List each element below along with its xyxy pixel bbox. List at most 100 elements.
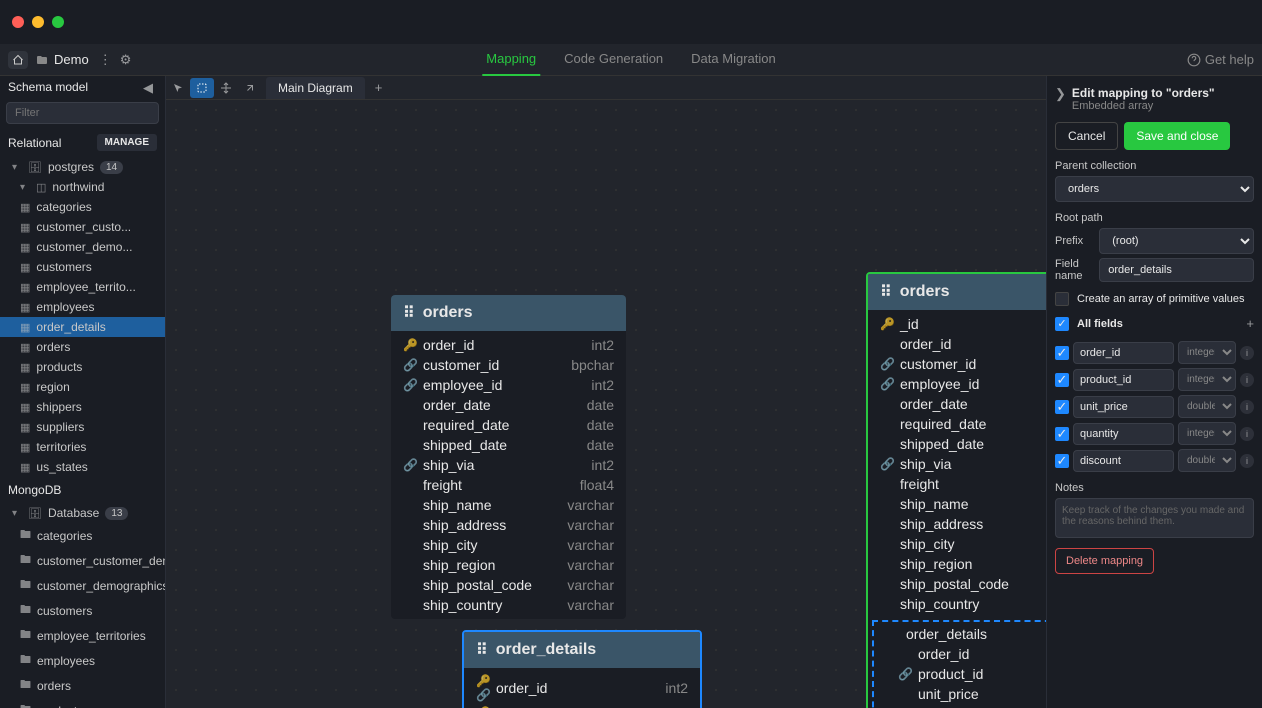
field-row[interactable]: 🔗ship_viaint2 [391,455,626,475]
field-type-select[interactable]: integer [1178,422,1236,445]
field-row[interactable]: quantityinteger [874,704,1046,708]
field-row[interactable]: unit_pricedouble [874,684,1046,704]
tree-table-order_details[interactable]: ▦order_details [0,317,165,337]
field-row[interactable]: freightfloat4 [391,475,626,495]
minimize-window[interactable] [32,16,44,28]
add-diagram-button[interactable]: + [365,76,393,99]
add-field-button[interactable]: + [1246,316,1254,331]
info-icon[interactable]: i [1240,346,1254,360]
field-name-input[interactable] [1073,369,1174,391]
field-row[interactable]: 🔗product_idinteger [874,664,1046,684]
field-row[interactable]: shipped_datedate [868,434,1046,454]
tree-table-shippers[interactable]: ▦shippers [0,397,165,417]
help-link[interactable]: Get help [1187,52,1254,67]
field-checkbox[interactable]: ✓ [1055,454,1069,468]
info-icon[interactable]: i [1240,427,1254,441]
field-row[interactable]: order_datedate [868,394,1046,414]
collapse-sidebar-icon[interactable]: ◀ [143,80,157,94]
field-type-select[interactable]: integer [1178,341,1236,364]
field-row[interactable]: 🔑🔗order_idint2 [464,672,700,704]
field-type-select[interactable]: double [1178,449,1236,472]
maximize-window[interactable] [52,16,64,28]
field-row[interactable]: 🔗employee_idinteger [868,374,1046,394]
diagram-tab[interactable]: Main Diagram [266,77,365,99]
info-icon[interactable]: i [1240,400,1254,414]
info-icon[interactable]: i [1240,454,1254,468]
field-checkbox[interactable]: ✓ [1055,373,1069,387]
field-name-input[interactable] [1073,450,1174,472]
select-tool[interactable] [190,78,214,98]
tree-table-categories[interactable]: ▦categories [0,197,165,217]
field-row[interactable]: ship_namestring [868,494,1046,514]
tree-collection-customer_customer_demo[interactable]: 🖿customer_customer_demo [0,548,165,573]
tree-collection-orders[interactable]: 🖿orders [0,673,165,698]
field-row[interactable]: ship_cityvarchar [391,535,626,555]
tree-database[interactable]: ▾ 🗄 Database 13 [0,503,165,523]
entity-order-details[interactable]: ⠿order_details 🔑🔗order_idint2🔑🔗product_i… [462,630,702,708]
canvas[interactable]: ⠿orders 🔑order_idint2🔗customer_idbpchar🔗… [166,100,1046,708]
field-row[interactable]: 🔗customer_idstring [868,354,1046,374]
field-row[interactable]: ship_regionvarchar [391,555,626,575]
close-window[interactable] [12,16,24,28]
field-row[interactable]: ship_postal_codestring [868,574,1046,594]
field-row[interactable]: ship_countryvarchar [391,595,626,615]
create-array-checkbox[interactable] [1055,292,1069,306]
tree-table-suppliers[interactable]: ▦suppliers [0,417,165,437]
drag-icon[interactable]: ⠿ [880,282,892,302]
field-checkbox[interactable]: ✓ [1055,346,1069,360]
field-row[interactable]: required_datedate [391,415,626,435]
all-fields-checkbox[interactable]: ✓ [1055,317,1069,331]
field-name-input[interactable] [1073,396,1174,418]
field-row[interactable]: required_datedate [868,414,1046,434]
move-tool[interactable] [214,78,238,98]
tree-collection-customers[interactable]: 🖿customers [0,598,165,623]
tree-collection-employees[interactable]: 🖿employees [0,648,165,673]
tree-table-employee_territo...[interactable]: ▦employee_territo... [0,277,165,297]
connect-tool[interactable] [238,78,262,98]
notes-textarea[interactable]: Keep track of the changes you made and t… [1055,498,1254,538]
tree-table-customers[interactable]: ▦customers [0,257,165,277]
field-row[interactable]: order_idinteger [868,334,1046,354]
field-row[interactable]: order_idinteger [874,644,1046,664]
tree-collection-employee_territories[interactable]: 🖿employee_territories [0,623,165,648]
field-row[interactable]: order_datedate [391,395,626,415]
field-row[interactable]: 🔑🔗product_idint2 [464,704,700,708]
tab-code-generation[interactable]: Code Generation [560,43,667,76]
settings-icon[interactable]: ⚙ [120,52,132,68]
tab-mapping[interactable]: Mapping [482,43,540,76]
tree-table-customer_custo...[interactable]: ▦customer_custo... [0,217,165,237]
more-icon[interactable]: ⋮ [99,52,112,68]
field-name-input[interactable] [1073,342,1174,364]
project-selector[interactable]: Demo [36,52,89,67]
drag-icon[interactable]: ⠿ [403,303,415,323]
tree-collection-products[interactable]: 🖿products [0,698,165,708]
tree-collection-categories[interactable]: 🖿categories [0,523,165,548]
field-row[interactable]: 🔑_idobject_id [868,314,1046,334]
pointer-tool[interactable] [166,78,190,98]
tree-northwind[interactable]: ▾ ◫ northwind [0,177,165,197]
tree-table-employees[interactable]: ▦employees [0,297,165,317]
field-row[interactable]: ship_addressvarchar [391,515,626,535]
field-row[interactable]: freightdouble [868,474,1046,494]
tree-table-territories[interactable]: ▦territories [0,437,165,457]
field-row[interactable]: ship_postal_codevarchar [391,575,626,595]
field-row[interactable]: 🔗employee_idint2 [391,375,626,395]
field-row[interactable]: ship_regionstring [868,554,1046,574]
field-row[interactable]: ship_addressstring [868,514,1046,534]
delete-mapping-button[interactable]: Delete mapping [1055,548,1154,574]
field-name-input[interactable] [1073,423,1174,445]
cancel-button[interactable]: Cancel [1055,122,1118,150]
parent-collection-select[interactable]: orders [1055,176,1254,202]
field-row[interactable]: ship_namevarchar [391,495,626,515]
tree-table-region[interactable]: ▦region [0,377,165,397]
field-row[interactable]: 🔗customer_idbpchar [391,355,626,375]
entity-orders-relational[interactable]: ⠿orders 🔑order_idint2🔗customer_idbpchar🔗… [391,295,626,619]
filter-input[interactable] [6,102,159,124]
field-row[interactable]: 🔗ship_viainteger [868,454,1046,474]
drag-icon[interactable]: ⠿ [476,640,488,660]
field-row[interactable]: 🔑order_idint2 [391,335,626,355]
tree-collection-customer_demographics[interactable]: 🖿customer_demographics [0,573,165,598]
field-row[interactable]: ship_citystring [868,534,1046,554]
info-icon[interactable]: i [1240,373,1254,387]
tree-table-products[interactable]: ▦products [0,357,165,377]
